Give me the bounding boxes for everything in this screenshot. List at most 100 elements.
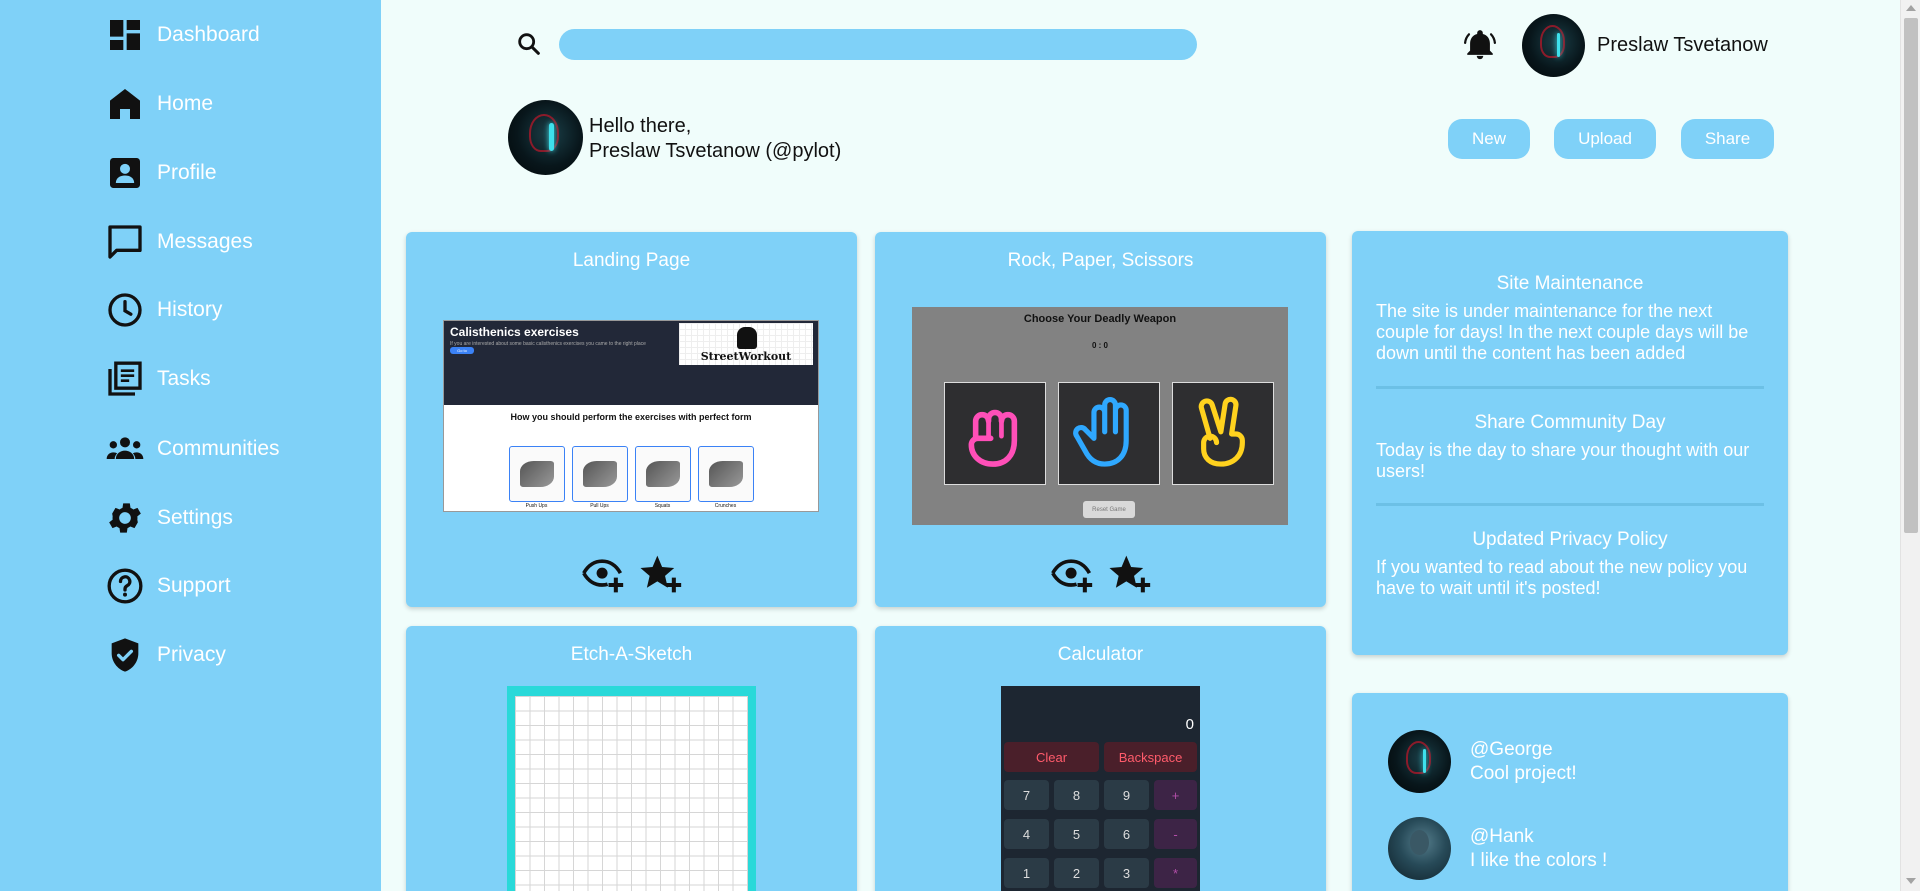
announcement-text: If you wanted to read about the new poli… [1376, 557, 1748, 598]
scrollbar-thumb[interactable] [1904, 18, 1918, 533]
communities-icon [105, 429, 145, 469]
preview-heading: How you should perform the exercises wit… [510, 412, 752, 422]
sidebar-item-label: Dashboard [157, 23, 260, 46]
rock-choice [944, 382, 1046, 485]
sketch-grid [515, 696, 748, 891]
fist-icon [968, 409, 1018, 467]
clear-button: Clear [1004, 742, 1099, 772]
comment-user[interactable]: @Hank [1470, 825, 1607, 849]
sidebar-item-label: History [157, 298, 223, 321]
sidebar-item-communities[interactable]: Communities [105, 427, 280, 471]
sidebar-item-support[interactable]: Support [105, 564, 231, 608]
paper-choice [1058, 382, 1160, 485]
divider [1376, 503, 1764, 506]
exercise-label: Push Ups [525, 503, 548, 509]
comment-text: Cool project! [1470, 763, 1577, 784]
announcement-text: Today is the day to share your thought w… [1376, 440, 1750, 481]
view-plus-icon[interactable] [1050, 552, 1094, 596]
greeting: Hello there, Preslaw Tsvetanow (@pylot) [589, 114, 841, 164]
avatar[interactable] [1388, 817, 1451, 880]
exercise-thumbnail: Pull Ups [571, 446, 628, 509]
announcement-title: Updated Privacy Policy [1472, 529, 1668, 550]
calculator-operator: - [1154, 819, 1197, 849]
sidebar-item-label: Profile [157, 161, 217, 184]
share-button[interactable]: Share [1681, 119, 1774, 159]
new-button[interactable]: New [1448, 119, 1530, 159]
project-preview[interactable]: Choose Your Deadly Weapon 0 : 0 Reset Ga… [912, 307, 1288, 525]
view-plus-icon[interactable] [581, 552, 625, 596]
exercise-label: Pull Ups [590, 503, 609, 509]
calculator-operator: * [1154, 858, 1197, 888]
help-icon [105, 566, 145, 606]
sidebar-item-privacy[interactable]: Privacy [105, 633, 226, 677]
project-card[interactable]: Calculator 0 Clear Backspace 7 8 9 + 4 5… [875, 626, 1326, 891]
project-actions [875, 552, 1326, 596]
shield-icon [105, 635, 145, 675]
sidebar-item-label: Support [157, 574, 231, 597]
announcement-text: The site is under maintenance for the ne… [1376, 301, 1749, 363]
header-user-name[interactable]: Preslaw Tsvetanow [1597, 34, 1768, 57]
preview-title: Calisthenics exercises [450, 325, 579, 339]
preview-brand-logo: StreetWorkout [679, 323, 813, 365]
sidebar-item-profile[interactable]: Profile [105, 151, 217, 195]
announcement: Updated Privacy Policy If you wanted to … [1376, 529, 1764, 599]
sidebar-item-label: Tasks [157, 367, 211, 390]
hand-icon [1073, 396, 1129, 467]
comments-panel: @George Cool project! @Hank I like the c… [1352, 693, 1788, 891]
project-card[interactable]: Landing Page Calisthenics exercises If y… [406, 232, 857, 607]
star-plus-icon[interactable] [1108, 552, 1152, 596]
calculator-key: 5 [1054, 819, 1099, 849]
project-preview[interactable]: 0 Clear Backspace 7 8 9 + 4 5 6 - 1 2 3 … [1001, 686, 1200, 891]
comment-user[interactable]: @George [1470, 738, 1577, 762]
bell-icon[interactable] [1463, 28, 1497, 62]
greeting-line: Hello there, [589, 115, 692, 137]
divider [1376, 386, 1764, 389]
project-preview[interactable]: Calisthenics exercises If you are intere… [443, 320, 819, 512]
announcements-panel: Site Maintenance The site is under maint… [1352, 231, 1788, 655]
comment: @George Cool project! [1470, 738, 1577, 786]
project-title: Etch-A-Sketch [570, 644, 693, 665]
messages-icon [105, 222, 145, 262]
project-card[interactable]: Etch-A-Sketch [406, 626, 857, 891]
sidebar-item-tasks[interactable]: Tasks [105, 357, 211, 401]
greeting-user: Preslaw Tsvetanow (@pylot) [589, 140, 842, 162]
comment-text: I like the colors ! [1470, 850, 1608, 871]
sidebar-item-messages[interactable]: Messages [105, 220, 253, 264]
project-preview[interactable] [507, 686, 756, 891]
scroll-down-arrow-icon[interactable] [1906, 878, 1916, 884]
project-title: Rock, Paper, Scissors [1007, 250, 1194, 271]
calculator-key: 1 [1004, 858, 1049, 888]
avatar[interactable] [1522, 14, 1585, 77]
search-icon[interactable] [515, 30, 543, 58]
scroll-up-arrow-icon[interactable] [1906, 5, 1916, 11]
project-card[interactable]: Rock, Paper, Scissors Choose Your Deadly… [875, 232, 1326, 607]
project-title: Calculator [1057, 644, 1144, 665]
sidebar-item-label: Home [157, 92, 214, 115]
announcement-title: Site Maintenance [1496, 273, 1644, 294]
scissors-choice [1172, 382, 1274, 485]
announcement: Site Maintenance The site is under maint… [1376, 273, 1764, 364]
calculator-operator: + [1154, 780, 1197, 810]
calculator-display: 0 [1185, 716, 1194, 733]
sidebar-item-history[interactable]: History [105, 288, 222, 332]
project-title: Landing Page [572, 250, 691, 271]
scrollbar[interactable] [1900, 0, 1920, 891]
sidebar-item-dashboard[interactable]: Dashboard [105, 13, 260, 57]
peace-icon [1198, 396, 1245, 467]
preview-score: 0 : 0 [1091, 341, 1108, 350]
sidebar-item-label: Communities [157, 437, 280, 460]
sidebar-item-label: Privacy [157, 643, 226, 666]
sidebar-item-label: Settings [157, 506, 233, 529]
sidebar-item-settings[interactable]: Settings [105, 496, 233, 540]
preview-exercise-list: Push Ups Pull Ups Squats Crunches [444, 446, 818, 509]
star-plus-icon[interactable] [639, 552, 683, 596]
exercise-label: Squats [654, 503, 671, 509]
search-input[interactable] [559, 29, 1197, 60]
backspace-button: Backspace [1104, 742, 1197, 772]
calculator-key: 4 [1004, 819, 1049, 849]
project-actions [406, 552, 857, 596]
sidebar-item-home[interactable]: Home [105, 82, 213, 126]
avatar[interactable] [1388, 730, 1451, 793]
upload-button[interactable]: Upload [1554, 119, 1656, 159]
preview-title: Choose Your Deadly Weapon [1023, 313, 1177, 325]
